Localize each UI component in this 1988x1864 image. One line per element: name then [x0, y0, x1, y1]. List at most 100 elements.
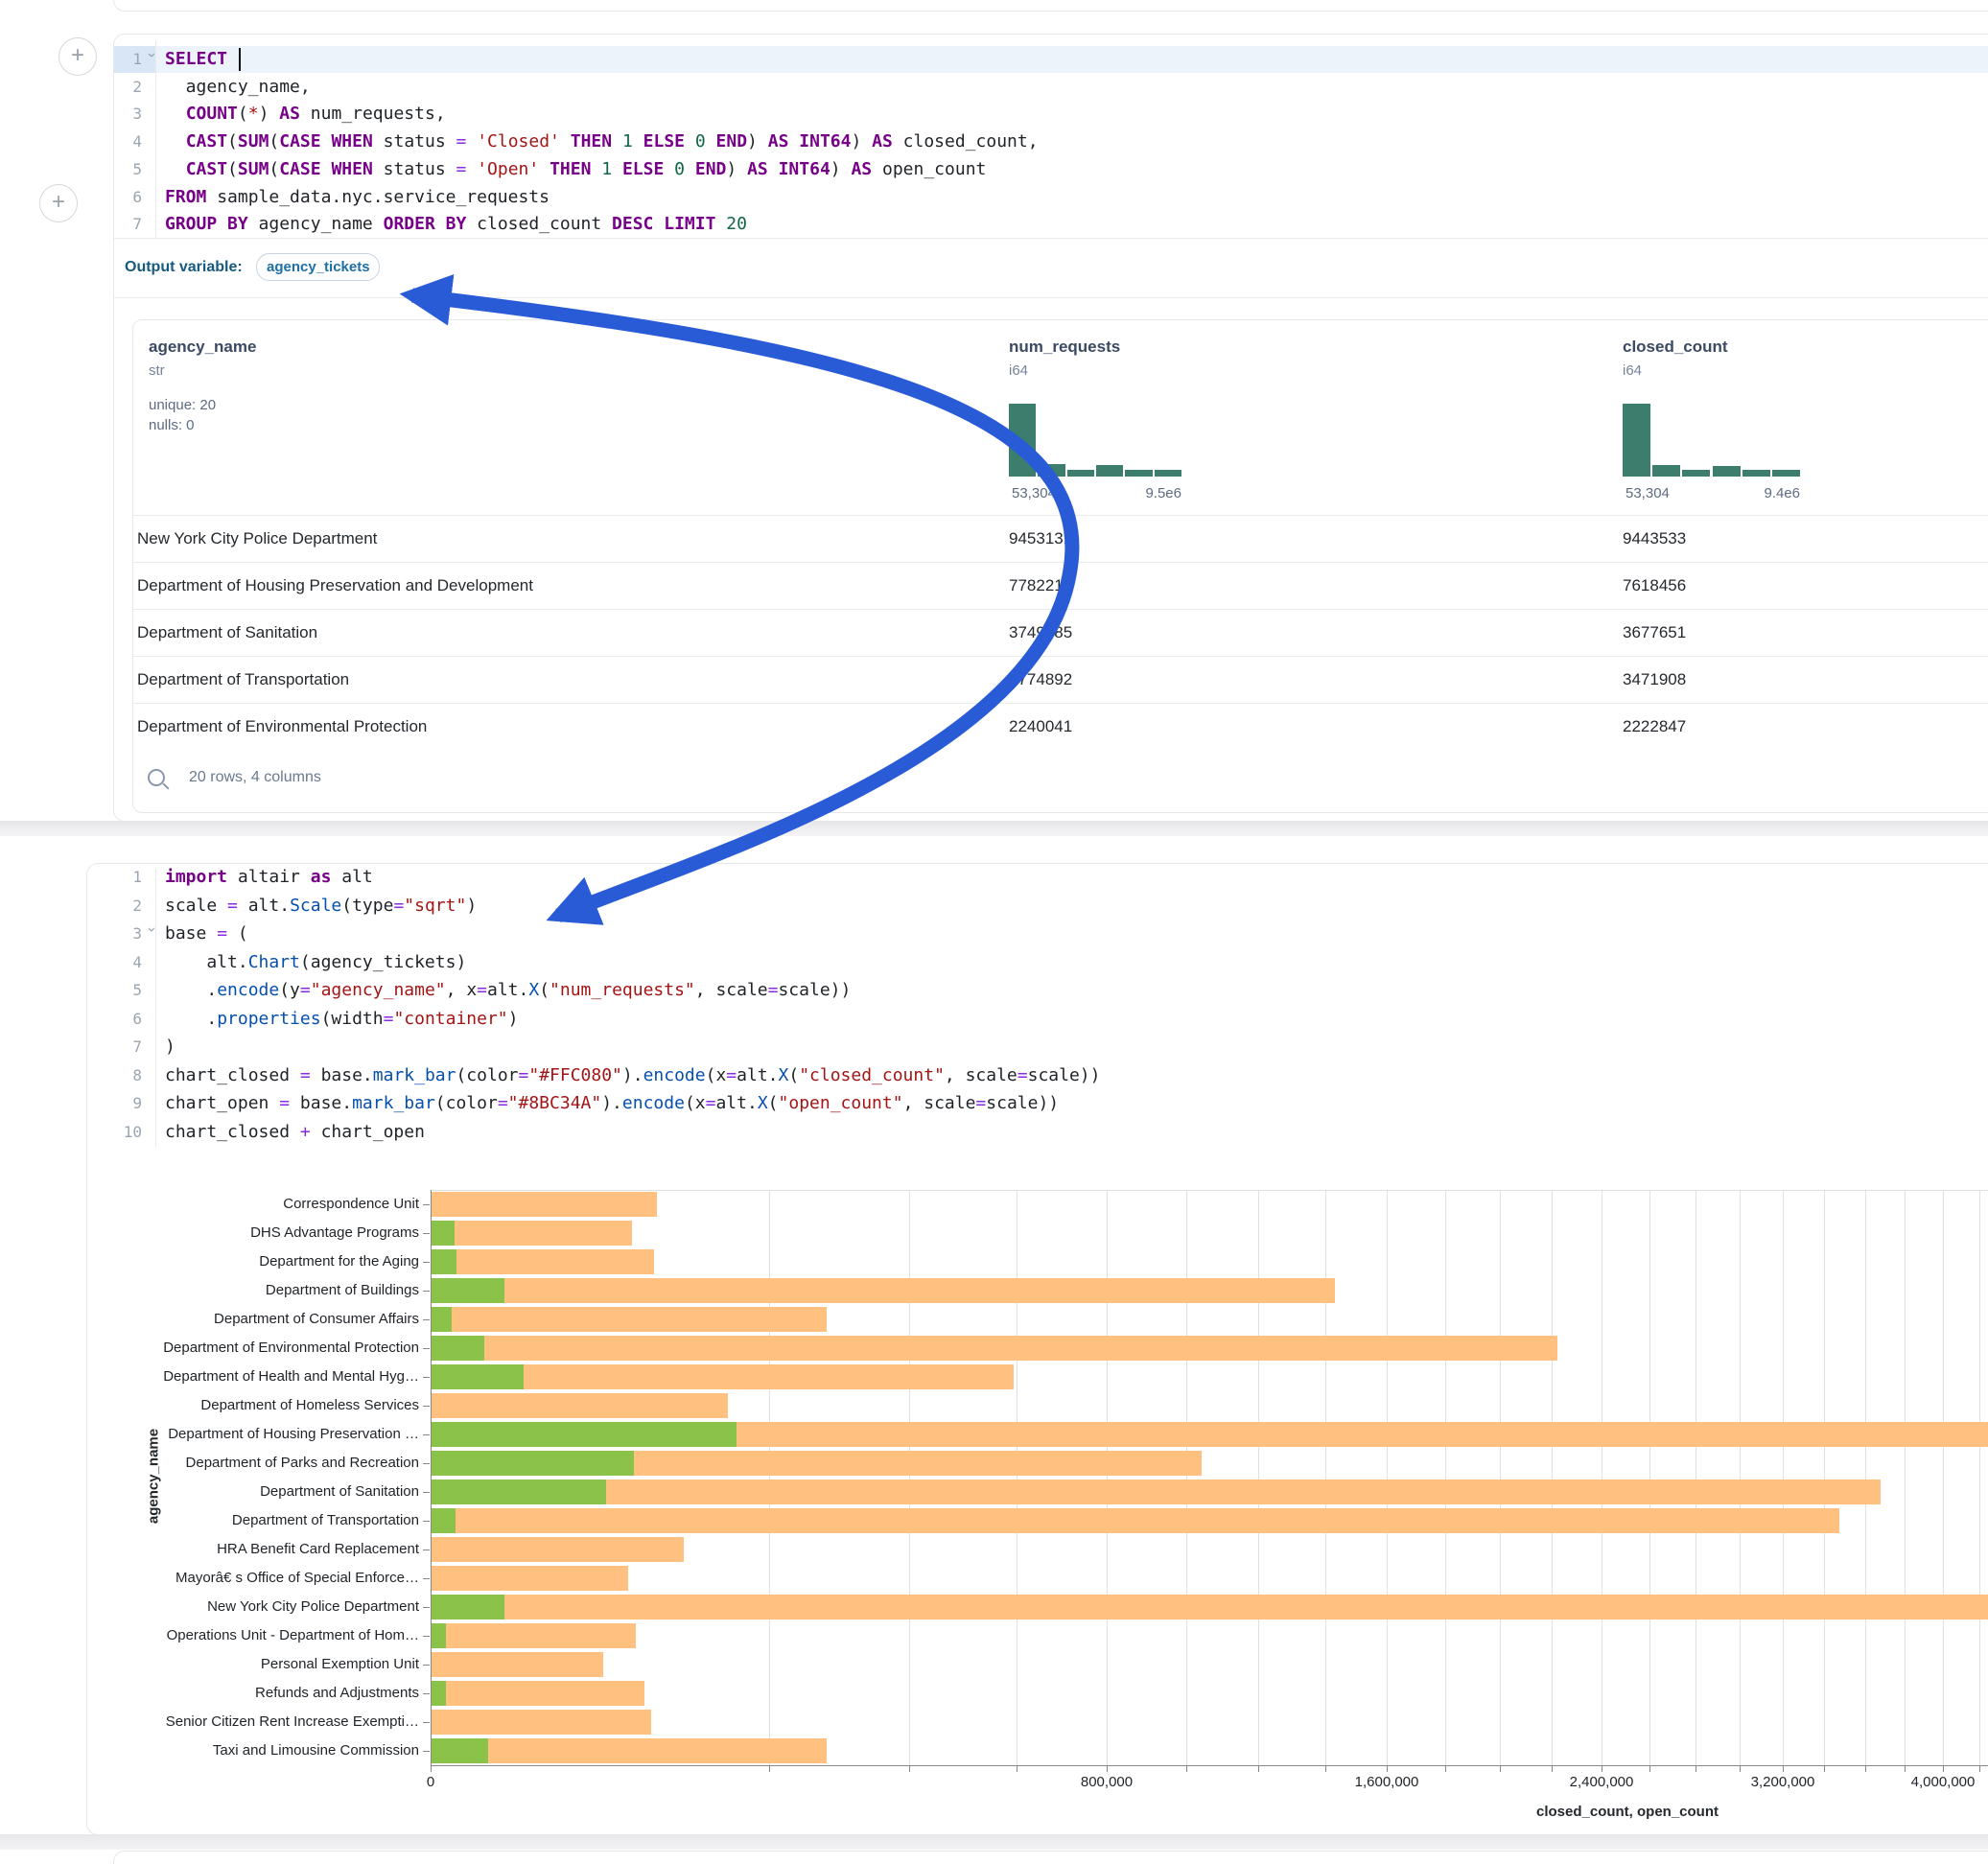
y-axis-tick	[423, 1636, 430, 1637]
code-line[interactable]: chart_closed + chart_open	[165, 1119, 425, 1146]
line-number: 9	[109, 1090, 142, 1117]
table-row-agency-name[interactable]: Department of Environmental Protection	[137, 703, 427, 750]
table-row-num-requests[interactable]: 3749485	[1009, 609, 1072, 656]
bar-open-count[interactable]	[431, 1508, 456, 1533]
bar-closed-count[interactable]	[431, 1652, 603, 1677]
bar-closed-count[interactable]	[431, 1738, 827, 1763]
chart-gridline	[1943, 1190, 1944, 1765]
fold-chevron-icon[interactable]: ›	[145, 927, 158, 941]
bar-open-count[interactable]	[431, 1738, 488, 1763]
code-line[interactable]: .encode(y="agency_name", x=alt.X("num_re…	[165, 977, 851, 1004]
table-row-closed-count[interactable]: 3471908	[1623, 656, 1686, 703]
bar-open-count[interactable]	[431, 1681, 446, 1706]
code-line[interactable]: scale = alt.Scale(type="sqrt")	[165, 893, 477, 920]
table-row-num-requests[interactable]: 2240041	[1009, 703, 1072, 750]
code-line[interactable]: import altair as alt	[165, 864, 373, 891]
column-header-num_requests[interactable]: num_requests	[1009, 338, 1120, 357]
histogram-bar	[1009, 404, 1036, 477]
code-line[interactable]: SELECT	[165, 46, 238, 73]
y-axis-label: Personal Exemption Unit	[115, 1656, 419, 1673]
bar-open-count[interactable]	[431, 1623, 446, 1648]
code-line[interactable]: FROM sample_data.nyc.service_requests	[165, 184, 550, 211]
bar-open-count[interactable]	[431, 1595, 504, 1619]
code-line[interactable]: .properties(width="container")	[165, 1006, 519, 1033]
table-row-closed-count[interactable]: 9443533	[1623, 515, 1686, 562]
table-row-closed-count[interactable]: 7618456	[1623, 562, 1686, 609]
table-row-agency-name[interactable]: Department of Housing Preservation and D…	[137, 562, 533, 609]
bar-closed-count[interactable]	[431, 1307, 827, 1332]
bar-open-count[interactable]	[431, 1422, 737, 1447]
table-row-closed-count[interactable]: 3677651	[1623, 609, 1686, 656]
bar-closed-count[interactable]	[431, 1623, 636, 1648]
y-axis-tick	[423, 1291, 430, 1292]
code-line[interactable]: alt.Chart(agency_tickets)	[165, 949, 466, 976]
code-line[interactable]: CAST(SUM(CASE WHEN status = 'Open' THEN …	[165, 156, 986, 183]
y-axis-tick	[423, 1463, 430, 1464]
bar-open-count[interactable]	[431, 1451, 634, 1476]
chart-gridline	[1325, 1190, 1326, 1765]
y-axis-tick	[423, 1377, 430, 1378]
column-header-closed_count[interactable]: closed_count	[1623, 338, 1728, 357]
table-row-agency-name[interactable]: New York City Police Department	[137, 515, 377, 562]
bar-closed-count[interactable]	[431, 1480, 1881, 1504]
bar-closed-count[interactable]	[431, 1221, 632, 1246]
y-axis-tick	[423, 1549, 430, 1550]
table-row-agency-name[interactable]: Department of Sanitation	[137, 609, 317, 656]
table-row-agency-name[interactable]: Department of Transportation	[137, 656, 349, 703]
code-line[interactable]: GROUP BY agency_name ORDER BY closed_cou…	[165, 211, 747, 238]
chart-gridline	[1186, 1190, 1187, 1765]
x-axis-tick	[1325, 1765, 1326, 1772]
bar-open-count[interactable]	[431, 1278, 504, 1303]
x-axis-tick	[1649, 1765, 1650, 1772]
bar-open-count[interactable]	[431, 1336, 484, 1361]
bar-open-count[interactable]	[431, 1307, 452, 1332]
chart-gridline	[1258, 1190, 1259, 1765]
chart-gridline	[769, 1190, 770, 1765]
bar-closed-count[interactable]	[431, 1681, 644, 1706]
x-axis-tick	[1186, 1765, 1187, 1772]
y-axis-tick	[423, 1521, 430, 1522]
table-row-num-requests[interactable]: 7782211	[1009, 562, 1071, 609]
code-line[interactable]: COUNT(*) AS num_requests,	[165, 101, 446, 128]
bar-closed-count[interactable]	[431, 1537, 684, 1562]
add-cell-button-middle[interactable]: +	[39, 184, 78, 222]
bar-closed-count[interactable]	[431, 1710, 651, 1735]
code-line[interactable]: base = (	[165, 920, 248, 947]
bar-closed-count[interactable]	[431, 1595, 1988, 1619]
chart-gridline	[1740, 1190, 1741, 1765]
bar-closed-count[interactable]	[431, 1393, 728, 1418]
histogram-bar	[1772, 470, 1800, 477]
bar-closed-count[interactable]	[431, 1278, 1335, 1303]
bar-closed-count[interactable]	[431, 1249, 654, 1274]
bar-closed-count[interactable]	[431, 1566, 628, 1591]
cell-gap-1	[0, 821, 1988, 836]
bar-open-count[interactable]	[431, 1221, 455, 1246]
table-row-num-requests[interactable]: 3774892	[1009, 656, 1072, 703]
code-line[interactable]: agency_name,	[165, 74, 311, 101]
add-cell-button-top[interactable]: +	[58, 37, 97, 76]
table-row-num-requests[interactable]: 9453131	[1009, 515, 1072, 562]
line-number: 7	[109, 211, 142, 238]
code-line[interactable]: CAST(SUM(CASE WHEN status = 'Closed' THE…	[165, 128, 1039, 155]
chart-plot-top-border	[431, 1190, 1988, 1191]
code-line[interactable]: chart_closed = base.mark_bar(color="#FFC…	[165, 1062, 1100, 1089]
histogram-bar	[1682, 470, 1710, 477]
bar-open-count[interactable]	[431, 1364, 524, 1389]
line-number: 5	[109, 156, 142, 183]
x-axis-tick-label: 4,000,000	[1885, 1774, 1988, 1790]
x-axis-title: closed_count, open_count	[1407, 1804, 1848, 1820]
column-header-agency_name[interactable]: agency_name	[149, 338, 256, 357]
code-line[interactable]: chart_open = base.mark_bar(color="#8BC34…	[165, 1090, 1059, 1117]
bar-closed-count[interactable]	[431, 1336, 1557, 1361]
bar-open-count[interactable]	[431, 1480, 606, 1504]
column-type: str	[149, 362, 165, 379]
output-variable-pill[interactable]: agency_tickets	[256, 253, 380, 281]
fold-chevron-icon[interactable]: ›	[145, 53, 158, 66]
bar-open-count[interactable]	[431, 1249, 456, 1274]
column-type: i64	[1623, 362, 1642, 379]
y-axis-tick	[423, 1607, 430, 1608]
bar-closed-count[interactable]	[431, 1508, 1839, 1533]
table-row-closed-count[interactable]: 2222847	[1623, 703, 1686, 750]
code-line[interactable]: )	[165, 1034, 175, 1060]
bar-closed-count[interactable]	[431, 1192, 657, 1217]
